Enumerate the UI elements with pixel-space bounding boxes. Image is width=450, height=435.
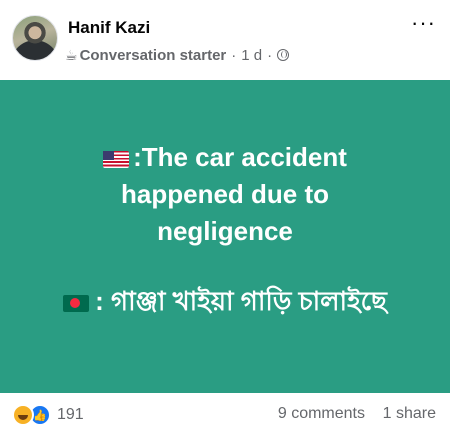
post-meta: ☕ Conversation starter · 1 d ·: [65, 45, 290, 65]
post: Hanif Kazi ☕ Conversation starter · 1 d …: [0, 0, 450, 435]
author-name[interactable]: Hanif Kazi: [68, 18, 150, 38]
comments-link[interactable]: 9 comments: [278, 405, 365, 423]
post-footer: 👍 191 9 comments 1 share: [0, 393, 450, 435]
card-line-4: : গাঞ্জা খাইয়া গাড়ি চালাইছে: [0, 285, 450, 317]
card-line-1: :The car accident: [0, 141, 450, 173]
bangladesh-flag-icon: [63, 294, 90, 312]
avatar[interactable]: [12, 15, 58, 61]
badge-label[interactable]: Conversation starter: [80, 47, 227, 64]
card-text-1: :The car accident: [133, 142, 347, 172]
more-options-button[interactable]: ···: [411, 12, 436, 34]
card-line-3: negligence: [157, 216, 293, 246]
separator: ·: [231, 46, 237, 64]
card-line-2: happened due to: [121, 179, 329, 209]
globe-icon: [277, 49, 290, 61]
reactions-summary[interactable]: 👍 191: [12, 404, 84, 426]
separator: ·: [267, 46, 273, 64]
shares-link[interactable]: 1 share: [383, 405, 436, 423]
post-header: Hanif Kazi ☕ Conversation starter · 1 d …: [0, 0, 450, 80]
haha-reaction-icon: [12, 404, 34, 426]
us-flag-icon: [103, 150, 130, 168]
post-text-card: :The car accident happened due to neglig…: [0, 80, 450, 393]
reaction-count: 191: [57, 406, 84, 423]
card-text-4: : গাঞ্জা খাইয়া গাড়ি চালাইছে: [95, 286, 387, 316]
timestamp[interactable]: 1 d: [241, 47, 262, 64]
coffee-cup-icon: ☕: [65, 46, 78, 63]
